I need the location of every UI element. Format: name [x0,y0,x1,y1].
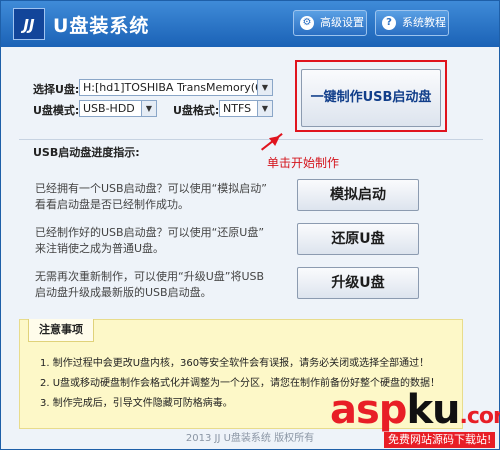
chevron-down-icon: ▼ [141,101,156,116]
simulate-boot-button[interactable]: 模拟启动 [297,179,419,211]
description-line: 启动盘升级成最新版的USB启动盘。 [35,286,212,299]
question-icon: ? [382,16,396,30]
simulate-description: 已经拥有一个USB启动盘？可以使用“模拟启动” 看看启动盘是否已经制作成功。 [35,181,275,213]
system-tutorial-label: 系统教程 [402,16,446,29]
description-line: 已经拥有一个USB启动盘？可以使用“模拟启动” [35,182,267,195]
watermark-part: ku [406,387,460,433]
u-mode-dropdown[interactable]: USB-HDD ▼ [79,100,157,117]
description-line: 来注销使之成为普通U盘。 [35,242,165,255]
app-window: JJ U盘装系统 ⚙ 高级设置 ? 系统教程 选择U盘: H:[hd1]TOSH… [0,0,500,450]
app-logo: JJ [13,8,45,40]
restore-u-button[interactable]: 还原U盘 [297,223,419,255]
description-line: 无需再次重新制作，可以使用“升级U盘”将USB [35,270,265,283]
upgrade-u-button[interactable]: 升级U盘 [297,267,419,299]
chevron-down-icon: ▼ [257,80,272,95]
note-item: 1. 制作过程中会更改U盘内核，360等安全软件会有误报，请务必关闭或选择全部通… [40,358,430,369]
u-format-value: NTFS [223,102,252,115]
progress-title: USB启动盘进度指示: [33,146,140,159]
description-line: 已经制作好的USB启动盘？可以使用“还原U盘” [35,226,265,239]
select-u-label: 选择U盘: [33,83,80,96]
note-item: 3. 制作完成后，引导文件隐藏可防格病毒。 [40,398,233,409]
select-u-dropdown[interactable]: H:[hd1]TOSHIBA TransMemory(6.87G ▼ [79,79,273,96]
divider [19,139,483,140]
restore-description: 已经制作好的USB启动盘？可以使用“还原U盘” 来注销使之成为普通U盘。 [35,225,275,257]
upgrade-description: 无需再次重新制作，可以使用“升级U盘”将USB 启动盘升级成最新版的USB启动盘… [35,269,275,301]
u-mode-label: U盘模式: [33,104,80,117]
advanced-settings-button[interactable]: ⚙ 高级设置 [293,10,367,36]
chevron-down-icon: ▼ [257,101,272,116]
watermark-part: .com [459,404,500,429]
watermark-part: asp [330,387,407,433]
site-watermark: aspku.com 免费网站源码下载站! [324,388,500,450]
gear-icon: ⚙ [300,16,314,30]
app-title: U盘装系统 [53,15,150,37]
system-tutorial-button[interactable]: ? 系统教程 [375,10,449,36]
title-bar: JJ U盘装系统 ⚙ 高级设置 ? 系统教程 [1,1,499,47]
watermark-subtitle: 免费网站源码下载站! [384,432,496,448]
notes-title: 注意事项 [28,319,94,342]
u-mode-value: USB-HDD [83,102,135,115]
annotation-text: 单击开始制作 [267,156,340,170]
select-u-value: H:[hd1]TOSHIBA TransMemory(6.87G [83,81,273,94]
advanced-settings-label: 高级设置 [320,16,364,29]
u-format-dropdown[interactable]: NTFS ▼ [219,100,273,117]
make-usb-boot-button[interactable]: 一键制作USB启动盘 [301,69,441,127]
u-format-label: U盘格式: [173,104,220,117]
description-line: 看看启动盘是否已经制作成功。 [35,198,189,211]
